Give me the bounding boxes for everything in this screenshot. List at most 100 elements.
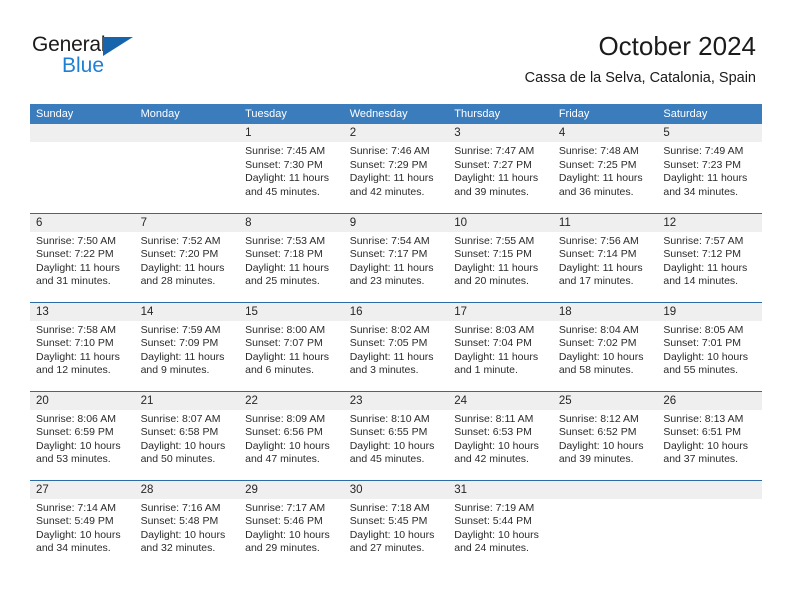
day-details: Sunrise: 7:59 AM Sunset: 7:09 PM Daylight:…	[135, 321, 240, 378]
calendar-day-cell[interactable]: 3 Sunrise: 7:47 AM Sunset: 7:27 PM Daylight…	[448, 124, 553, 213]
calendar-day-cell[interactable]: 25 Sunrise: 8:12 AM Sunset: 6:52 PM Dayligh…	[552, 390, 658, 480]
day-details: Sunrise: 8:11 AM Sunset: 6:53 PM Daylight:…	[448, 410, 553, 467]
sunrise-text: Sunrise: 8:04 AM	[558, 323, 639, 336]
day-number	[134, 124, 240, 142]
daylight-text: Daylight: 11 hours and 34 minutes.	[663, 172, 748, 198]
calendar-day-cell[interactable]: 12 Sunrise: 7:57 AM Sunset: 7:12 PM Dayligh…	[657, 212, 762, 302]
daylight-text: Daylight: 11 hours and 20 minutes.	[454, 261, 539, 288]
page-title: October 2024	[598, 31, 756, 61]
calendar-day-cell[interactable]: 19 Sunrise: 8:05 AM Sunset: 7:01 PM Dayligh…	[657, 301, 762, 391]
day-number: 4	[552, 124, 658, 142]
daylight-text: Daylight: 11 hours and 42 minutes.	[349, 172, 434, 198]
daylight-text: Daylight: 10 hours and 55 minutes.	[663, 350, 749, 377]
calendar-day-cell[interactable]: 27 Sunrise: 7:14 AM Sunset: 5:49 PM Dayligh…	[30, 479, 135, 569]
daylight-text: Daylight: 11 hours and 31 minutes.	[36, 261, 120, 288]
calendar-day-cell[interactable]: 21 Sunrise: 8:07 AM Sunset: 6:58 PM Dayligh…	[134, 390, 240, 480]
calendar-day-cell[interactable]: 9 Sunrise: 7:54 AM Sunset: 7:17 PM Daylight…	[343, 212, 449, 302]
sunset-text: Sunset: 5:49 PM	[36, 515, 114, 528]
day-number: 7	[134, 213, 240, 232]
calendar-day-cell[interactable]: 23 Sunrise: 8:10 AM Sunset: 6:55 PM Dayligh…	[343, 390, 449, 480]
day-details: Sunrise: 8:05 AM Sunset: 7:01 PM Daylight:…	[657, 321, 762, 378]
sunrise-text: Sunrise: 8:05 AM	[663, 323, 744, 336]
calendar-day-cell[interactable]: 15 Sunrise: 8:00 AM Sunset: 7:07 PM Dayligh…	[239, 301, 344, 391]
day-details: Sunrise: 7:55 AM Sunset: 7:15 PM Daylight:…	[448, 232, 553, 289]
calendar-day-cell[interactable]: 2 Sunrise: 7:46 AM Sunset: 7:29 PM Daylight…	[343, 124, 449, 213]
day-number: 10	[448, 213, 553, 232]
calendar-day-cell[interactable]: 5 Sunrise: 7:49 AM Sunset: 7:23 PM Daylight…	[657, 124, 762, 213]
calendar-empty-cell	[657, 479, 762, 569]
sunset-text: Sunset: 7:14 PM	[558, 248, 637, 261]
day-details: Sunrise: 7:52 AM Sunset: 7:20 PM Daylight:…	[135, 232, 240, 289]
day-details: Sunrise: 8:06 AM Sunset: 6:59 PM Daylight:…	[30, 410, 135, 467]
day-number: 29	[239, 480, 344, 499]
calendar-day-cell[interactable]: 20 Sunrise: 8:06 AM Sunset: 6:59 PM Dayligh…	[30, 390, 135, 480]
calendar-day-cell[interactable]: 13 Sunrise: 7:58 AM Sunset: 7:10 PM Dayligh…	[30, 301, 135, 391]
calendar-day-cell[interactable]: 7 Sunrise: 7:52 AM Sunset: 7:20 PM Daylight…	[134, 212, 240, 302]
sunrise-text: Sunrise: 7:19 AM	[454, 501, 535, 514]
day-details: Sunrise: 8:10 AM Sunset: 6:55 PM Daylight:…	[344, 410, 449, 467]
sunset-text: Sunset: 7:27 PM	[454, 158, 532, 171]
day-details: Sunrise: 7:58 AM Sunset: 7:10 PM Daylight:…	[30, 321, 135, 378]
weekday-header-wednesday: Wednesday	[343, 104, 449, 124]
calendar-day-cell[interactable]: 10 Sunrise: 7:55 AM Sunset: 7:15 PM Dayligh…	[448, 212, 553, 302]
daylight-text: Daylight: 11 hours and 9 minutes.	[140, 350, 225, 377]
sunrise-text: Sunrise: 7:48 AM	[558, 145, 639, 157]
day-number: 2	[343, 124, 449, 142]
day-details: Sunrise: 7:17 AM Sunset: 5:46 PM Daylight:…	[239, 499, 344, 556]
sunrise-text: Sunrise: 7:54 AM	[349, 234, 430, 247]
calendar-day-cell[interactable]: 8 Sunrise: 7:53 AM Sunset: 7:18 PM Daylight…	[239, 212, 344, 302]
sunrise-text: Sunrise: 8:03 AM	[454, 323, 535, 336]
calendar-day-cell[interactable]: 16 Sunrise: 8:02 AM Sunset: 7:05 PM Dayligh…	[343, 301, 449, 391]
sunrise-text: Sunrise: 7:58 AM	[36, 323, 116, 336]
daylight-text: Daylight: 11 hours and 39 minutes.	[454, 172, 539, 198]
calendar-day-cell[interactable]: 28 Sunrise: 7:16 AM Sunset: 5:48 PM Dayligh…	[134, 479, 240, 569]
calendar-day-cell[interactable]: 17 Sunrise: 8:03 AM Sunset: 7:04 PM Dayligh…	[448, 301, 553, 391]
daylight-text: Daylight: 10 hours and 37 minutes.	[663, 439, 749, 466]
calendar-day-cell[interactable]: 11 Sunrise: 7:56 AM Sunset: 7:14 PM Dayligh…	[552, 212, 658, 302]
daylight-text: Daylight: 11 hours and 6 minutes.	[245, 350, 329, 377]
day-details: Sunrise: 8:02 AM Sunset: 7:05 PM Daylight:…	[344, 321, 449, 378]
sunset-text: Sunset: 7:17 PM	[349, 248, 428, 261]
calendar-day-cell[interactable]: 4 Sunrise: 7:48 AM Sunset: 7:25 PM Daylight…	[552, 124, 658, 213]
daylight-text: Daylight: 10 hours and 42 minutes.	[454, 439, 539, 466]
calendar-day-cell[interactable]: 1 Sunrise: 7:45 AM Sunset: 7:30 PM Daylight…	[239, 124, 344, 213]
sunrise-text: Sunrise: 8:07 AM	[140, 412, 221, 425]
day-number: 5	[657, 124, 762, 142]
calendar-day-cell[interactable]: 18 Sunrise: 8:04 AM Sunset: 7:02 PM Dayligh…	[552, 301, 658, 391]
calendar-week-row: 6 Sunrise: 7:50 AM Sunset: 7:22 PM Daylight…	[30, 212, 762, 302]
sunset-text: Sunset: 7:23 PM	[663, 158, 742, 171]
sunset-text: Sunset: 7:20 PM	[140, 248, 219, 261]
sunrise-text: Sunrise: 7:46 AM	[349, 145, 430, 157]
calendar-day-cell[interactable]: 14 Sunrise: 7:59 AM Sunset: 7:09 PM Dayligh…	[134, 301, 240, 391]
day-number: 22	[239, 391, 344, 410]
sunset-text: Sunset: 7:30 PM	[245, 158, 323, 171]
daylight-text: Daylight: 11 hours and 1 minute.	[454, 350, 539, 377]
calendar-day-cell[interactable]: 30 Sunrise: 7:18 AM Sunset: 5:45 PM Dayligh…	[343, 479, 449, 569]
day-number	[657, 480, 762, 499]
calendar-day-cell[interactable]: 26 Sunrise: 8:13 AM Sunset: 6:51 PM Dayligh…	[657, 390, 762, 480]
daylight-text: Daylight: 11 hours and 36 minutes.	[558, 172, 643, 198]
calendar-day-cell[interactable]: 29 Sunrise: 7:17 AM Sunset: 5:46 PM Dayligh…	[239, 479, 344, 569]
sunset-text: Sunset: 5:48 PM	[140, 515, 219, 528]
sunrise-text: Sunrise: 8:02 AM	[349, 323, 430, 336]
calendar-day-cell[interactable]: 31 Sunrise: 7:19 AM Sunset: 5:44 PM Dayligh…	[448, 479, 553, 569]
calendar-day-cell[interactable]: 6 Sunrise: 7:50 AM Sunset: 7:22 PM Daylight…	[30, 212, 135, 302]
generalblue-logo[interactable]: General Blue	[32, 33, 212, 83]
weekday-header-friday: Friday	[552, 104, 658, 124]
day-number: 23	[343, 391, 449, 410]
daylight-text: Daylight: 11 hours and 14 minutes.	[663, 261, 748, 288]
day-details: Sunrise: 7:53 AM Sunset: 7:18 PM Daylight:…	[239, 232, 344, 289]
calendar-day-cell[interactable]: 24 Sunrise: 8:11 AM Sunset: 6:53 PM Dayligh…	[448, 390, 553, 480]
calendar-day-cell[interactable]: 22 Sunrise: 8:09 AM Sunset: 6:56 PM Dayligh…	[239, 390, 344, 480]
sunrise-text: Sunrise: 8:12 AM	[558, 412, 639, 425]
sunset-text: Sunset: 7:15 PM	[454, 248, 532, 261]
daylight-text: Daylight: 10 hours and 58 minutes.	[558, 350, 644, 377]
day-details: Sunrise: 7:54 AM Sunset: 7:17 PM Daylight:…	[344, 232, 449, 289]
weekday-header-sunday: Sunday	[30, 104, 135, 124]
sunset-text: Sunset: 7:01 PM	[663, 337, 742, 350]
sunset-text: Sunset: 6:53 PM	[454, 426, 532, 439]
daylight-text: Daylight: 10 hours and 29 minutes.	[245, 528, 330, 555]
sunrise-text: Sunrise: 7:45 AM	[245, 145, 326, 157]
day-details: Sunrise: 8:13 AM Sunset: 6:51 PM Daylight:…	[657, 410, 762, 467]
daylight-text: Daylight: 11 hours and 3 minutes.	[349, 350, 434, 377]
